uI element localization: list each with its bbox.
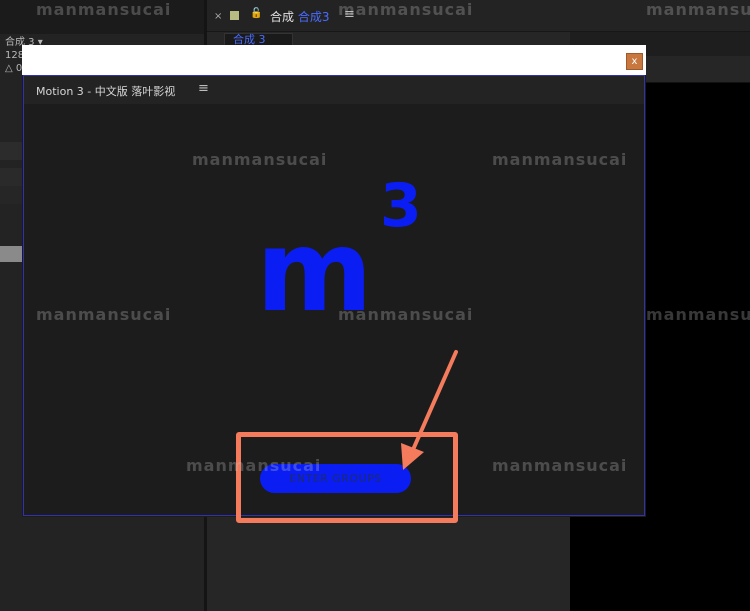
watermark: manmansucai [646, 305, 750, 324]
project-row[interactable] [0, 186, 22, 204]
dialog-close-button[interactable]: x [626, 53, 643, 70]
watermark: manmansucai [36, 0, 172, 19]
lock-icon[interactable]: 🔓 [250, 8, 262, 19]
tab-composition[interactable]: 合成 合成3 [270, 8, 329, 25]
watermark: manmansucai [192, 150, 328, 169]
watermark: manmansucai [492, 456, 628, 475]
panel-menu-icon[interactable]: ≡ [198, 81, 209, 96]
comp-color-swatch[interactable] [230, 11, 239, 20]
tab-prefix: 合成 [270, 10, 295, 24]
close-tab-icon[interactable]: × [214, 11, 222, 22]
project-row-selected[interactable] [0, 246, 22, 262]
project-row[interactable] [0, 142, 22, 160]
panel-header: Motion 3 - 中文版 落叶影视 ≡ [24, 76, 644, 104]
project-row[interactable] [0, 168, 22, 186]
annotation-highlight-box [236, 432, 458, 523]
watermark: manmansucai [186, 456, 322, 475]
watermark: manmansucai [646, 0, 750, 19]
tab-active-comp: 合成3 [297, 10, 330, 24]
watermark: manmansucai [338, 305, 474, 324]
logo-superscript: 3 [380, 171, 422, 241]
watermark: manmansucai [36, 305, 172, 324]
dialog-titlebar[interactable] [22, 45, 646, 75]
panel-title: Motion 3 - 中文版 落叶影视 [36, 85, 176, 98]
watermark: manmansucai [492, 150, 628, 169]
viewer-toolbar [645, 56, 750, 83]
watermark: manmansucai [338, 0, 474, 19]
